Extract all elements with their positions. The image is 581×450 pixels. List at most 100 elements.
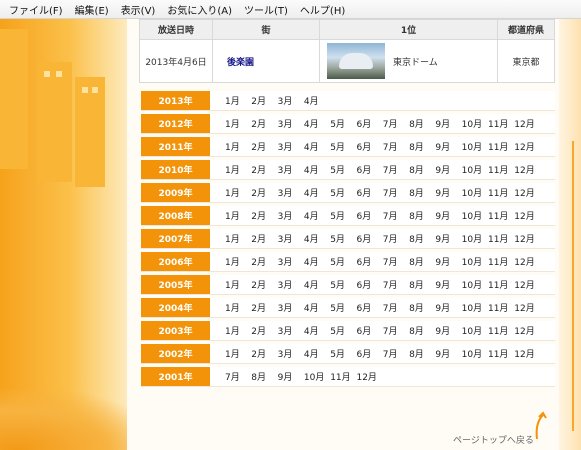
month-link[interactable]: 4月 — [304, 301, 330, 314]
month-link[interactable]: 11月 — [330, 370, 356, 383]
year-label[interactable]: 2007年 — [141, 229, 210, 248]
month-link[interactable]: 9月 — [435, 301, 461, 314]
month-link[interactable]: 12月 — [514, 163, 540, 176]
month-link[interactable]: 1月 — [225, 347, 251, 360]
town-link[interactable]: 後楽園 — [227, 58, 254, 68]
month-link[interactable]: 12月 — [514, 301, 540, 314]
month-link[interactable]: 12月 — [514, 140, 540, 153]
month-link[interactable]: 2月 — [251, 255, 277, 268]
month-link[interactable]: 3月 — [278, 209, 304, 222]
month-link[interactable]: 2月 — [251, 186, 277, 199]
month-link[interactable]: 5月 — [330, 209, 356, 222]
month-link[interactable]: 5月 — [330, 278, 356, 291]
year-label[interactable]: 2010年 — [141, 160, 210, 179]
month-link[interactable]: 9月 — [435, 117, 461, 130]
month-link[interactable]: 2月 — [251, 278, 277, 291]
month-link[interactable]: 3月 — [278, 186, 304, 199]
month-link[interactable]: 3月 — [278, 163, 304, 176]
month-link[interactable]: 3月 — [278, 347, 304, 360]
month-link[interactable]: 9月 — [435, 232, 461, 245]
month-link[interactable]: 10月 — [462, 278, 488, 291]
menu-item[interactable]: 編集(E) — [69, 2, 115, 17]
menu-item[interactable]: ヘルプ(H) — [294, 2, 351, 17]
month-link[interactable]: 12月 — [514, 278, 540, 291]
month-link[interactable]: 5月 — [330, 163, 356, 176]
month-link[interactable]: 10月 — [462, 301, 488, 314]
year-label[interactable]: 2004年 — [141, 298, 210, 317]
up-arrow-icon[interactable] — [533, 411, 553, 441]
month-link[interactable]: 1月 — [225, 140, 251, 153]
month-link[interactable]: 2月 — [251, 94, 277, 107]
month-link[interactable]: 4月 — [304, 255, 330, 268]
month-link[interactable]: 8月 — [409, 186, 435, 199]
month-link[interactable]: 12月 — [514, 209, 540, 222]
month-link[interactable]: 1月 — [225, 232, 251, 245]
month-link[interactable]: 11月 — [488, 209, 514, 222]
month-link[interactable]: 1月 — [225, 163, 251, 176]
year-label[interactable]: 2002年 — [141, 344, 210, 363]
month-link[interactable]: 6月 — [356, 347, 382, 360]
month-link[interactable]: 2月 — [251, 140, 277, 153]
month-link[interactable]: 9月 — [278, 370, 304, 383]
month-link[interactable]: 10月 — [462, 140, 488, 153]
month-link[interactable]: 7月 — [225, 370, 251, 383]
month-link[interactable]: 8月 — [409, 278, 435, 291]
year-label[interactable]: 2003年 — [141, 321, 210, 340]
month-link[interactable]: 1月 — [225, 278, 251, 291]
month-link[interactable]: 1月 — [225, 94, 251, 107]
month-link[interactable]: 7月 — [383, 347, 409, 360]
month-link[interactable]: 8月 — [409, 209, 435, 222]
menu-item[interactable]: ツール(T) — [238, 2, 294, 17]
month-link[interactable]: 8月 — [409, 255, 435, 268]
month-link[interactable]: 7月 — [383, 278, 409, 291]
month-link[interactable]: 2月 — [251, 209, 277, 222]
month-link[interactable]: 10月 — [462, 186, 488, 199]
month-link[interactable]: 9月 — [435, 186, 461, 199]
month-link[interactable]: 5月 — [330, 301, 356, 314]
month-link[interactable]: 1月 — [225, 117, 251, 130]
month-link[interactable]: 10月 — [462, 324, 488, 337]
month-link[interactable]: 5月 — [330, 347, 356, 360]
month-link[interactable]: 4月 — [304, 117, 330, 130]
month-link[interactable]: 4月 — [304, 347, 330, 360]
menu-item[interactable]: ファイル(F) — [0, 2, 69, 17]
page-top-link[interactable]: ページトップへ戻る — [453, 433, 534, 446]
month-link[interactable]: 5月 — [330, 117, 356, 130]
month-link[interactable]: 10月 — [462, 347, 488, 360]
month-link[interactable]: 8月 — [409, 117, 435, 130]
month-link[interactable]: 8月 — [409, 347, 435, 360]
menu-item[interactable]: お気に入り(A) — [161, 2, 238, 17]
month-link[interactable]: 9月 — [435, 324, 461, 337]
month-link[interactable]: 11月 — [488, 301, 514, 314]
month-link[interactable]: 4月 — [304, 94, 330, 107]
month-link[interactable]: 3月 — [278, 324, 304, 337]
month-link[interactable]: 3月 — [278, 301, 304, 314]
month-link[interactable]: 6月 — [356, 278, 382, 291]
month-link[interactable]: 11月 — [488, 117, 514, 130]
month-link[interactable]: 5月 — [330, 186, 356, 199]
month-link[interactable]: 11月 — [488, 186, 514, 199]
month-link[interactable]: 7月 — [383, 324, 409, 337]
month-link[interactable]: 9月 — [435, 163, 461, 176]
month-link[interactable]: 11月 — [488, 232, 514, 245]
month-link[interactable]: 12月 — [514, 347, 540, 360]
month-link[interactable]: 1月 — [225, 255, 251, 268]
month-link[interactable]: 7月 — [383, 117, 409, 130]
month-link[interactable]: 9月 — [435, 140, 461, 153]
month-link[interactable]: 11月 — [488, 347, 514, 360]
month-link[interactable]: 4月 — [304, 324, 330, 337]
month-link[interactable]: 1月 — [225, 186, 251, 199]
month-link[interactable]: 10月 — [462, 255, 488, 268]
month-link[interactable]: 1月 — [225, 324, 251, 337]
month-link[interactable]: 8月 — [251, 370, 277, 383]
month-link[interactable]: 6月 — [356, 209, 382, 222]
month-link[interactable]: 3月 — [278, 278, 304, 291]
menu-item[interactable]: 表示(V) — [115, 2, 162, 17]
month-link[interactable]: 7月 — [383, 232, 409, 245]
month-link[interactable]: 4月 — [304, 163, 330, 176]
month-link[interactable]: 3月 — [278, 255, 304, 268]
month-link[interactable]: 5月 — [330, 255, 356, 268]
month-link[interactable]: 6月 — [356, 255, 382, 268]
year-label[interactable]: 2006年 — [141, 252, 210, 271]
month-link[interactable]: 1月 — [225, 209, 251, 222]
